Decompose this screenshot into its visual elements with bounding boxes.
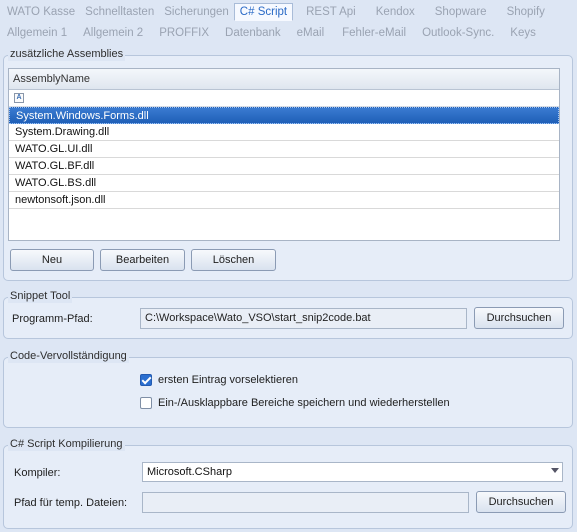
filter-icon[interactable]: A bbox=[14, 93, 24, 103]
compiler-select-value: Microsoft.CSharp bbox=[147, 466, 232, 478]
tab-csharp-script[interactable]: C# Script bbox=[233, 3, 294, 21]
tab-keys[interactable]: Keys bbox=[505, 24, 541, 42]
compiler-select[interactable]: Microsoft.CSharp bbox=[142, 462, 563, 482]
table-row[interactable]: newtonsoft.json.dll bbox=[9, 192, 559, 209]
save-folding-checkbox[interactable] bbox=[140, 397, 152, 409]
snippet-tool-title: Snippet Tool bbox=[8, 289, 73, 303]
tab-allgemein-2[interactable]: Allgemein 2 bbox=[78, 24, 148, 42]
tab-datenbank[interactable]: Datenbank bbox=[220, 24, 286, 42]
code-completion-group: Code-Vervollständigung bbox=[3, 349, 573, 428]
new-button[interactable]: Neu bbox=[10, 249, 94, 271]
compile-title: C# Script Kompilierung bbox=[8, 437, 125, 451]
tab-wato-kasse[interactable]: WATO Kasse bbox=[2, 3, 80, 21]
code-completion-title: Code-Vervollständigung bbox=[8, 349, 129, 363]
preselect-first-checkbox[interactable] bbox=[140, 374, 152, 386]
table-row[interactable]: WATO.GL.BF.dll bbox=[9, 158, 559, 175]
tab-email[interactable]: eMail bbox=[292, 24, 329, 42]
delete-button[interactable]: Löschen bbox=[191, 249, 276, 271]
tab-rest-api[interactable]: REST Api bbox=[301, 3, 361, 21]
tab-proffix[interactable]: PROFFIX bbox=[154, 24, 214, 42]
table-row[interactable]: WATO.GL.BS.dll bbox=[9, 175, 559, 192]
assemblies-grid[interactable]: AssemblyName A System.Windows.Forms.dll … bbox=[8, 68, 560, 241]
tab-row-1: WATO Kasse Schnelltasten Sicherungen C# … bbox=[0, 3, 550, 21]
tab-row-2: Allgemein 1 Allgemein 2 PROFFIX Datenban… bbox=[0, 24, 541, 42]
table-row[interactable]: WATO.GL.UI.dll bbox=[9, 141, 559, 158]
temp-browse-button[interactable]: Durchsuchen bbox=[476, 491, 566, 513]
tab-schnelltasten[interactable]: Schnelltasten bbox=[80, 3, 159, 21]
compile-group: C# Script Kompilierung bbox=[3, 437, 573, 529]
temp-path-label: Pfad für temp. Dateien: bbox=[14, 497, 128, 509]
program-path-label: Programm-Pfad: bbox=[12, 313, 93, 325]
table-row[interactable]: System.Drawing.dll bbox=[9, 124, 559, 141]
chevron-down-icon[interactable] bbox=[551, 468, 559, 473]
tab-shopware[interactable]: Shopware bbox=[430, 3, 492, 21]
filter-row[interactable]: A bbox=[9, 90, 559, 107]
tab-kendox[interactable]: Kendox bbox=[371, 3, 420, 21]
assemblies-group-title: zusätzliche Assemblies bbox=[8, 47, 126, 61]
tab-fehler-email[interactable]: Fehler-eMail bbox=[337, 24, 411, 42]
tab-outlook-sync[interactable]: Outlook-Sync. bbox=[417, 24, 499, 42]
tab-allgemein-1[interactable]: Allgemein 1 bbox=[2, 24, 72, 42]
save-folding-label: Ein-/Ausklappbare Bereiche speichern und… bbox=[158, 397, 450, 409]
table-row[interactable]: System.Windows.Forms.dll bbox=[9, 107, 559, 124]
preselect-first-label: ersten Eintrag vorselektieren bbox=[158, 374, 299, 386]
program-path-field[interactable]: C:\Workspace\Wato_VSO\start_snip2code.ba… bbox=[140, 308, 467, 329]
column-header-assembly-name[interactable]: AssemblyName bbox=[9, 69, 559, 90]
snippet-browse-button[interactable]: Durchsuchen bbox=[474, 307, 564, 329]
compiler-label: Kompiler: bbox=[14, 467, 61, 479]
edit-button[interactable]: Bearbeiten bbox=[100, 249, 185, 271]
tab-shopify[interactable]: Shopify bbox=[502, 3, 550, 21]
tab-sicherungen[interactable]: Sicherungen bbox=[159, 3, 234, 21]
tab-strip: WATO Kasse Schnelltasten Sicherungen C# … bbox=[0, 0, 577, 44]
temp-path-field[interactable] bbox=[142, 492, 469, 513]
